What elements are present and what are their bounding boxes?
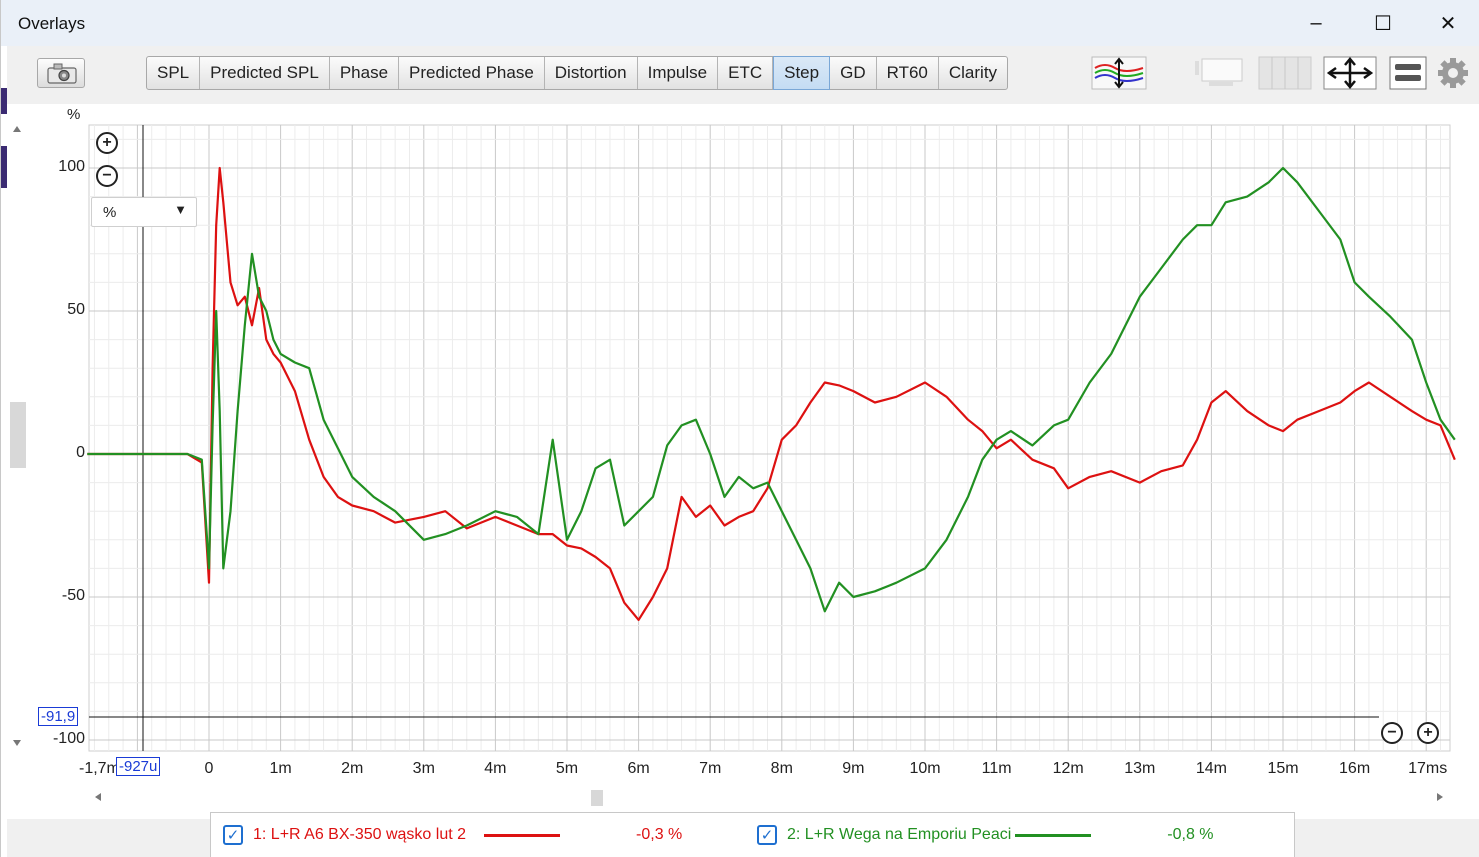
plot-frame bbox=[88, 124, 1451, 752]
minimize-button[interactable]: – bbox=[1294, 9, 1338, 37]
x-tick-label: 7m bbox=[699, 760, 722, 777]
y-cursor-readout: -91,9 bbox=[38, 707, 79, 726]
chevron-down-icon: ▼ bbox=[174, 202, 187, 217]
x-tick-label: 13m bbox=[1124, 760, 1156, 777]
zoom-in-x-icon[interactable]: + bbox=[1417, 722, 1439, 744]
tab-etc[interactable]: ETC bbox=[718, 57, 774, 89]
x-tick-label: 2m bbox=[341, 760, 364, 777]
zoom-out-y-icon[interactable]: − bbox=[96, 165, 118, 187]
controls-icon bbox=[1389, 56, 1427, 90]
trace-arrange-button[interactable] bbox=[1091, 56, 1147, 90]
scroll-thumb[interactable] bbox=[591, 790, 603, 806]
x-tick-label: 3m bbox=[412, 760, 435, 777]
x-tick-label: 9m bbox=[842, 760, 865, 777]
x-tick-label: 17ms bbox=[1408, 760, 1448, 777]
zoom-in-y-icon[interactable]: + bbox=[96, 132, 118, 154]
x-tick-label: 16m bbox=[1339, 760, 1371, 777]
multi-view-icon bbox=[1258, 56, 1312, 90]
x-tick-label: 1m bbox=[269, 760, 292, 777]
multi-view-button[interactable] bbox=[1258, 56, 1312, 90]
legend-swatch-1 bbox=[484, 833, 561, 837]
unit-select[interactable]: % ▼ bbox=[91, 197, 197, 227]
y-tick-label: 0 bbox=[76, 444, 85, 461]
settings-button[interactable] bbox=[1435, 56, 1471, 90]
unit-select-value: % bbox=[103, 204, 117, 221]
gear-icon bbox=[1438, 58, 1468, 88]
scroll-right-icon[interactable] bbox=[1437, 793, 1443, 801]
tab-predicted-spl[interactable]: Predicted SPL bbox=[200, 57, 330, 89]
zoom-out-x-icon[interactable]: − bbox=[1381, 722, 1403, 744]
plot-area[interactable]: % 100 50 0 -50 -100 -1,7m 0 1m 2m 3m 4m 5m 6m 7m 8m 9m… bbox=[7, 104, 1479, 819]
tab-step[interactable]: Step bbox=[773, 56, 831, 90]
legend-label-2: 2: L+R Wega na Emporiu Peaci bbox=[787, 826, 1012, 843]
x-tick-label: 14m bbox=[1195, 760, 1227, 777]
tab-impulse[interactable]: Impulse bbox=[638, 57, 719, 89]
maximize-button[interactable]: ☐ bbox=[1361, 9, 1405, 37]
x-tick-label: 5m bbox=[555, 760, 579, 777]
legend-item-1: ✓ 1: L+R A6 BX-350 wąsko lut 2 -0,3 % bbox=[223, 825, 682, 845]
single-view-icon bbox=[1195, 58, 1243, 86]
close-button[interactable]: ✕ bbox=[1426, 9, 1470, 37]
x-tick-label: 12m bbox=[1052, 760, 1084, 777]
controls-button[interactable] bbox=[1389, 56, 1427, 90]
x-tick-label: -1,7m bbox=[78, 760, 120, 777]
x-tick-label: 11m bbox=[981, 760, 1012, 777]
tab-clarity[interactable]: Clarity bbox=[939, 57, 1007, 89]
x-tick-label: 6m bbox=[627, 760, 650, 777]
x-tick-label: 10m bbox=[909, 760, 941, 777]
x-tick-label: 8m bbox=[770, 760, 793, 777]
legend-swatch-2 bbox=[1015, 833, 1092, 837]
x-tick-label: 15m bbox=[1267, 760, 1299, 777]
legend-value-1: -0,3 % bbox=[636, 826, 683, 843]
x-tick-label: 0 bbox=[204, 760, 214, 777]
legend-value-2: -0,8 % bbox=[1167, 826, 1214, 843]
legend-label-1: 1: L+R A6 BX-350 wąsko lut 2 bbox=[253, 826, 467, 843]
single-view-button[interactable] bbox=[1195, 56, 1245, 90]
tab-predicted-phase[interactable]: Predicted Phase bbox=[399, 57, 545, 89]
y-tick-label: -100 bbox=[52, 730, 85, 747]
tab-gd[interactable]: GD bbox=[830, 57, 877, 89]
x-tick-label: 4m bbox=[484, 760, 507, 777]
y-tick-label: 100 bbox=[58, 158, 85, 175]
trace-arrange-icon bbox=[1091, 56, 1147, 90]
legend-panel: ✓ 1: L+R A6 BX-350 wąsko lut 2 -0,3 % ✓ … bbox=[210, 812, 1295, 857]
tab-phase[interactable]: Phase bbox=[330, 57, 400, 89]
camera-button[interactable] bbox=[37, 58, 85, 88]
window-title: Overlays bbox=[18, 14, 86, 33]
overlays-window: Overlays – ☐ ✕ SPL Predicted SPL Phase P… bbox=[0, 0, 1479, 857]
y-tick-label: 50 bbox=[67, 301, 85, 318]
y-tick-label: -50 bbox=[61, 587, 85, 604]
graph-tabs: SPL Predicted SPL Phase Predicted Phase … bbox=[146, 56, 1009, 90]
plot-grid bbox=[88, 124, 1451, 752]
title-bar: Overlays – ☐ ✕ bbox=[1, 0, 1479, 46]
toolbar: SPL Predicted SPL Phase Predicted Phase … bbox=[7, 46, 1479, 104]
legend-item-2: ✓ 2: L+R Wega na Emporiu Peaci -0,8 % bbox=[757, 825, 1214, 845]
camera-icon bbox=[47, 63, 77, 84]
scroll-left-icon[interactable] bbox=[95, 793, 101, 801]
zoom-fit-button[interactable] bbox=[1323, 56, 1377, 90]
legend-checkbox-2[interactable]: ✓ bbox=[757, 825, 777, 845]
tab-rt60[interactable]: RT60 bbox=[877, 57, 939, 89]
horizontal-scrollbar[interactable] bbox=[91, 787, 1461, 809]
zoom-fit-icon bbox=[1323, 56, 1377, 90]
tab-distortion[interactable]: Distortion bbox=[545, 57, 638, 89]
tab-spl[interactable]: SPL bbox=[147, 57, 201, 89]
step-response-chart bbox=[87, 124, 1456, 752]
legend-checkbox-1[interactable]: ✓ bbox=[223, 825, 243, 845]
x-cursor-readout: -927u bbox=[116, 757, 161, 776]
